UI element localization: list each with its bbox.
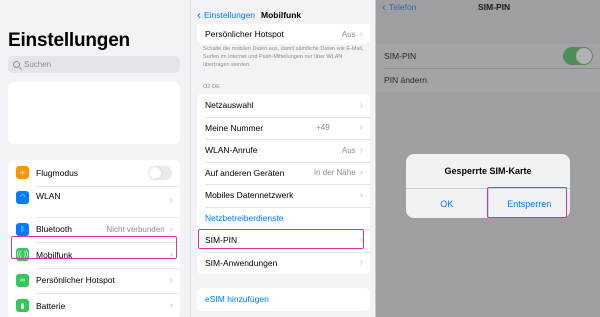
row-esim[interactable]: eSIM hinzufügen — [197, 288, 370, 311]
chevron-right-icon: › — [359, 122, 363, 134]
settings-row-mobilfunk[interactable]: ((·)) Mobilfunk › — [8, 242, 180, 268]
search-icon — [13, 61, 20, 68]
settings-row-bluetooth[interactable]: ᛒ Bluetooth Nicht verbunden › — [8, 216, 180, 243]
battery-icon: ▮ — [16, 299, 29, 313]
row-label: Flugmodus — [36, 167, 79, 178]
chevron-right-icon: › — [169, 223, 173, 235]
row-value: Aus — [341, 145, 356, 155]
locked-sim-alert: Gesperrte SIM-Karte OK Entsperren — [406, 154, 570, 218]
chevron-right-icon: › — [359, 167, 363, 179]
sim-pin-toggle-row[interactable]: SIM-PIN — [376, 44, 600, 68]
row-datennetzwerk[interactable]: Mobiles Datennetzwerk › — [197, 184, 370, 207]
row-sim-pin[interactable]: SIM-PIN › — [197, 229, 370, 252]
hotspot-icon: ∞ — [16, 273, 29, 287]
section-header-carrier: O2-DE — [203, 84, 220, 90]
settings-group-network: ✈ Flugmodus ◠ WLAN › ᛒ Bluetooth Nicht v… — [8, 160, 180, 317]
chevron-right-icon: › — [359, 144, 363, 156]
nav-bar: ‹ Telefon SIM-PIN — [376, 0, 600, 14]
airplane-icon: ✈ — [16, 166, 29, 180]
row-label: SIM-Anwendungen — [205, 257, 278, 268]
row-label: Batterie — [36, 300, 66, 311]
carrier-group: Netzauswahl › Meine Nummer +49 › WLAN-An… — [197, 94, 370, 274]
row-label: Mobilfunk — [36, 249, 73, 260]
row-label: Netzauswahl — [205, 100, 254, 111]
search-input[interactable]: Suchen — [8, 56, 180, 73]
page-title: Einstellungen — [8, 30, 130, 51]
profile-card[interactable] — [8, 82, 180, 144]
data-description: Schalte die mobilen Daten aus, damit säm… — [203, 46, 364, 68]
back-button[interactable]: ‹ Telefon — [382, 0, 417, 14]
row-label: SIM-PIN — [205, 235, 238, 246]
carrier-services-link[interactable]: Netzbetreiberdienste — [205, 213, 370, 223]
back-label: Telefon — [389, 2, 417, 12]
chevron-right-icon: › — [169, 300, 173, 312]
row-label: Persönlicher Hotspot — [205, 29, 284, 39]
chevron-right-icon: › — [359, 234, 363, 246]
antenna-icon: ((·)) — [16, 248, 29, 262]
simpin-group: SIM-PIN PIN ändern — [376, 44, 600, 92]
row-value: +49 — [316, 123, 330, 133]
row-netzbetreiberdienste[interactable]: Netzbetreiberdienste — [197, 206, 370, 230]
airplane-mode-toggle[interactable] — [148, 165, 172, 180]
nav-title: SIM-PIN — [478, 2, 511, 12]
settings-row-wlan[interactable]: ◠ WLAN › — [8, 185, 180, 217]
row-label: Auf anderen Geräten — [205, 167, 285, 178]
settings-panel: Einstellungen Suchen ✈ Flugmodus ◠ WLAN … — [0, 0, 190, 317]
nav-bar: ‹ Einstellungen Mobilfunk — [191, 8, 375, 24]
chevron-right-icon: › — [359, 99, 363, 111]
row-value: Aus — [341, 29, 356, 39]
simpin-panel: ‹ Telefon SIM-PIN SIM-PIN PIN ändern Ges… — [375, 0, 600, 317]
ok-button[interactable]: OK — [406, 189, 488, 218]
nav-title: Mobilfunk — [261, 10, 302, 20]
search-placeholder: Suchen — [24, 60, 52, 69]
chevron-left-icon: ‹ — [197, 8, 201, 22]
settings-row-hotspot[interactable]: ∞ Persönlicher Hotspot › — [8, 267, 180, 294]
row-sim-anwendungen[interactable]: SIM-Anwendungen › — [197, 251, 370, 275]
change-pin-label: PIN ändern — [384, 75, 427, 85]
bluetooth-icon: ᛒ — [16, 222, 29, 236]
row-label: SIM-PIN — [384, 51, 417, 61]
row-andere-geraete[interactable]: Auf anderen Geräten In der Nähe › — [197, 161, 370, 185]
unlock-button[interactable]: Entsperren — [487, 189, 571, 218]
wifi-icon: ◠ — [16, 190, 29, 204]
add-esim-link[interactable]: eSIM hinzufügen — [205, 294, 370, 304]
back-label: Einstellungen — [204, 10, 256, 20]
row-meine-nummer[interactable]: Meine Nummer +49 › — [197, 116, 370, 140]
row-value: In der Nähe — [313, 168, 356, 178]
hotspot-row[interactable]: Persönlicher Hotspot Aus › — [197, 24, 370, 44]
chevron-right-icon: › — [169, 274, 173, 286]
row-label: Meine Nummer — [205, 122, 264, 133]
settings-row-flugmodus[interactable]: ✈ Flugmodus — [8, 160, 180, 186]
back-button[interactable]: ‹ Einstellungen — [197, 8, 256, 22]
chevron-right-icon: › — [359, 257, 363, 269]
row-label: WLAN — [36, 190, 61, 201]
chevron-right-icon: › — [359, 28, 363, 40]
alert-title: Gesperrte SIM-Karte — [444, 166, 532, 176]
change-pin-row[interactable]: PIN ändern — [376, 68, 600, 92]
chevron-right-icon: › — [169, 194, 173, 206]
row-label: WLAN-Anrufe — [205, 145, 258, 156]
row-wlan-anrufe[interactable]: WLAN-Anrufe Aus › — [197, 139, 370, 162]
row-label: Bluetooth — [36, 224, 72, 235]
sim-pin-toggle[interactable] — [563, 47, 593, 65]
chevron-right-icon: › — [359, 189, 363, 201]
alert-buttons: OK Entsperren — [406, 188, 570, 218]
hotspot-group: Persönlicher Hotspot Aus › — [197, 24, 370, 44]
chevron-right-icon: › — [169, 249, 173, 261]
chevron-left-icon: ‹ — [382, 0, 386, 14]
mobilfunk-panel: ‹ Einstellungen Mobilfunk Persönlicher H… — [190, 0, 375, 317]
esim-group: eSIM hinzufügen — [197, 288, 370, 311]
row-label: Persönlicher Hotspot — [36, 275, 115, 286]
row-netzauswahl[interactable]: Netzauswahl › — [197, 94, 370, 117]
settings-row-batterie[interactable]: ▮ Batterie › — [8, 293, 180, 317]
row-value: Nicht verbunden — [106, 224, 165, 234]
row-label: Mobiles Datennetzwerk — [205, 190, 294, 201]
